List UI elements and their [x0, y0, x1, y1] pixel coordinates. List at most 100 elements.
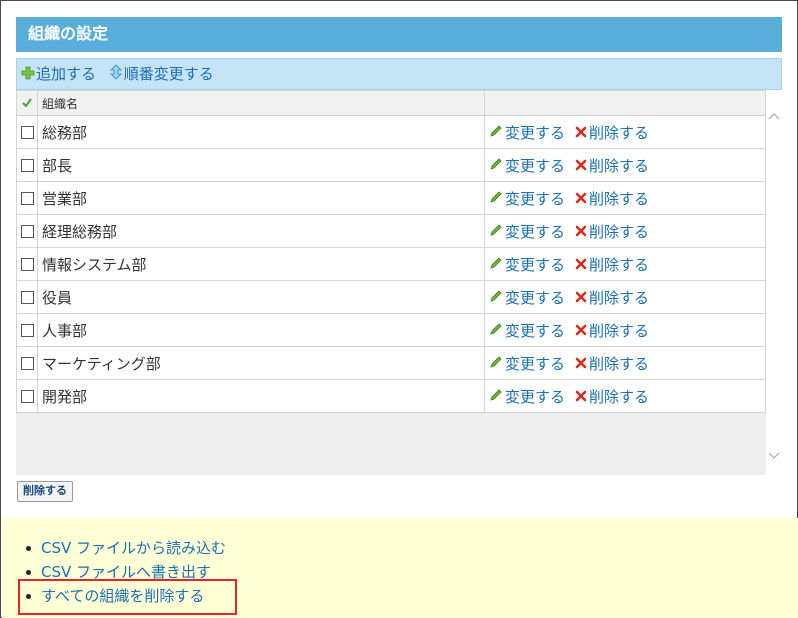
organization-name: マーケティング部: [37, 346, 485, 380]
bullet-icon: [26, 570, 31, 575]
row-actions: 変更する 削除する: [484, 148, 766, 182]
scroll-down-icon[interactable]: [768, 446, 780, 459]
organization-name: 総務部: [37, 115, 485, 149]
organization-name: 部長: [37, 148, 485, 182]
delete-label: 削除する: [589, 255, 650, 274]
pencil-icon: [489, 223, 503, 241]
vertical-scrollbar[interactable]: [766, 90, 782, 475]
row-actions: 変更する 削除する: [484, 115, 766, 149]
delete-link[interactable]: 削除する: [575, 256, 649, 274]
delete-label: 削除する: [589, 387, 650, 406]
edit-link[interactable]: 変更する: [489, 157, 565, 175]
row-checkbox-cell: [16, 115, 38, 149]
edit-link[interactable]: 変更する: [489, 289, 565, 307]
row-checkbox[interactable]: [20, 390, 34, 403]
edit-link[interactable]: 変更する: [489, 190, 565, 208]
table-row: 経理総務部 変更する 削除する: [16, 214, 766, 248]
row-checkbox-cell: [16, 247, 38, 281]
edit-link[interactable]: 変更する: [489, 256, 565, 274]
delete-link[interactable]: 削除する: [575, 355, 649, 373]
pencil-icon: [489, 355, 503, 373]
edit-label: 変更する: [505, 387, 566, 406]
row-actions: 変更する 削除する: [484, 379, 766, 413]
organization-name: 経理総務部: [37, 214, 485, 248]
page-title: 組織の設定: [16, 17, 782, 52]
delete-link[interactable]: 削除する: [575, 190, 649, 208]
delete-link[interactable]: 削除する: [575, 223, 649, 241]
scroll-up-icon[interactable]: [768, 108, 780, 120]
footer-panel: CSV ファイルから読み込む CSV ファイルへ書き出す すべての組織を削除する: [2, 518, 798, 618]
row-checkbox-cell: [16, 148, 38, 182]
table-row: 営業部 変更する 削除する: [16, 181, 766, 215]
row-checkbox[interactable]: [20, 126, 34, 139]
delete-label: 削除する: [589, 156, 650, 175]
delete-x-icon: [575, 322, 587, 340]
edit-label: 変更する: [505, 222, 566, 241]
table-row: 部長 変更する 削除する: [16, 148, 766, 182]
row-checkbox[interactable]: [20, 324, 34, 337]
row-actions: 変更する 削除する: [484, 247, 766, 281]
add-label: 追加する: [36, 65, 97, 83]
delete-x-icon: [575, 124, 587, 142]
edit-label: 変更する: [505, 156, 566, 175]
delete-selected-button[interactable]: 削除する: [17, 481, 73, 502]
organization-name: 開発部: [37, 379, 485, 413]
table-row: 人事部 変更する 削除する: [16, 313, 766, 347]
row-checkbox[interactable]: [20, 291, 34, 304]
highlight-box: [18, 579, 237, 615]
edit-label: 変更する: [505, 255, 566, 274]
row-checkbox-cell: [16, 181, 38, 215]
delete-link[interactable]: 削除する: [575, 157, 649, 175]
delete-link[interactable]: 削除する: [575, 388, 649, 406]
delete-link[interactable]: 削除する: [575, 124, 649, 142]
edit-link[interactable]: 変更する: [489, 355, 565, 373]
row-actions: 変更する 削除する: [484, 214, 766, 248]
row-checkbox[interactable]: [20, 192, 34, 205]
footer-link[interactable]: CSV ファイルから読み込む: [26, 536, 226, 560]
delete-label: 削除する: [589, 354, 650, 373]
reorder-label: 順番変更する: [123, 65, 214, 83]
row-checkbox-cell: [16, 379, 38, 413]
footer-link-label: CSV ファイルから読み込む: [41, 539, 227, 557]
organization-name: 情報システム部: [37, 247, 485, 281]
row-checkbox[interactable]: [20, 258, 34, 271]
pencil-icon: [489, 289, 503, 307]
table-row: 情報システム部 変更する 削除する: [16, 247, 766, 281]
row-actions: 変更する 削除する: [484, 313, 766, 347]
row-checkbox[interactable]: [20, 225, 34, 238]
row-actions: 変更する 削除する: [484, 346, 766, 380]
row-actions: 変更する 削除する: [484, 280, 766, 314]
delete-link[interactable]: 削除する: [575, 289, 649, 307]
window-frame: 組織の設定 追加する 順番変更する 組織名 総務部 変更する 削除する 部長 変…: [0, 0, 798, 618]
reorder-link[interactable]: 順番変更する: [109, 63, 214, 83]
pencil-icon: [489, 157, 503, 175]
edit-link[interactable]: 変更する: [489, 124, 565, 142]
column-header-actions: [484, 90, 766, 116]
delete-x-icon: [575, 388, 587, 406]
row-actions: 変更する 削除する: [484, 181, 766, 215]
delete-label: 削除する: [589, 189, 650, 208]
add-link[interactable]: 追加する: [21, 65, 101, 83]
pencil-icon: [489, 256, 503, 274]
pencil-icon: [489, 124, 503, 142]
toolbar: 追加する 順番変更する: [16, 58, 782, 90]
edit-label: 変更する: [505, 123, 566, 142]
select-all-header[interactable]: [16, 90, 38, 116]
delete-x-icon: [575, 190, 587, 208]
bullet-icon: [26, 546, 31, 551]
delete-label: 削除する: [589, 321, 650, 340]
organization-name: 役員: [37, 280, 485, 314]
edit-link[interactable]: 変更する: [489, 388, 565, 406]
row-checkbox[interactable]: [20, 159, 34, 172]
edit-link[interactable]: 変更する: [489, 223, 565, 241]
row-checkbox[interactable]: [20, 357, 34, 370]
column-header-name: 組織名: [37, 90, 485, 116]
edit-link[interactable]: 変更する: [489, 322, 565, 340]
edit-label: 変更する: [505, 321, 566, 340]
check-icon: [22, 96, 32, 110]
organization-table-area: 組織名 総務部 変更する 削除する 部長 変更する 削除する 営業部 変更する 削除する 経理総務…: [16, 90, 782, 475]
delete-label: 削除する: [589, 123, 650, 142]
organization-name: 人事部: [37, 313, 485, 347]
delete-link[interactable]: 削除する: [575, 322, 649, 340]
row-checkbox-cell: [16, 214, 38, 248]
